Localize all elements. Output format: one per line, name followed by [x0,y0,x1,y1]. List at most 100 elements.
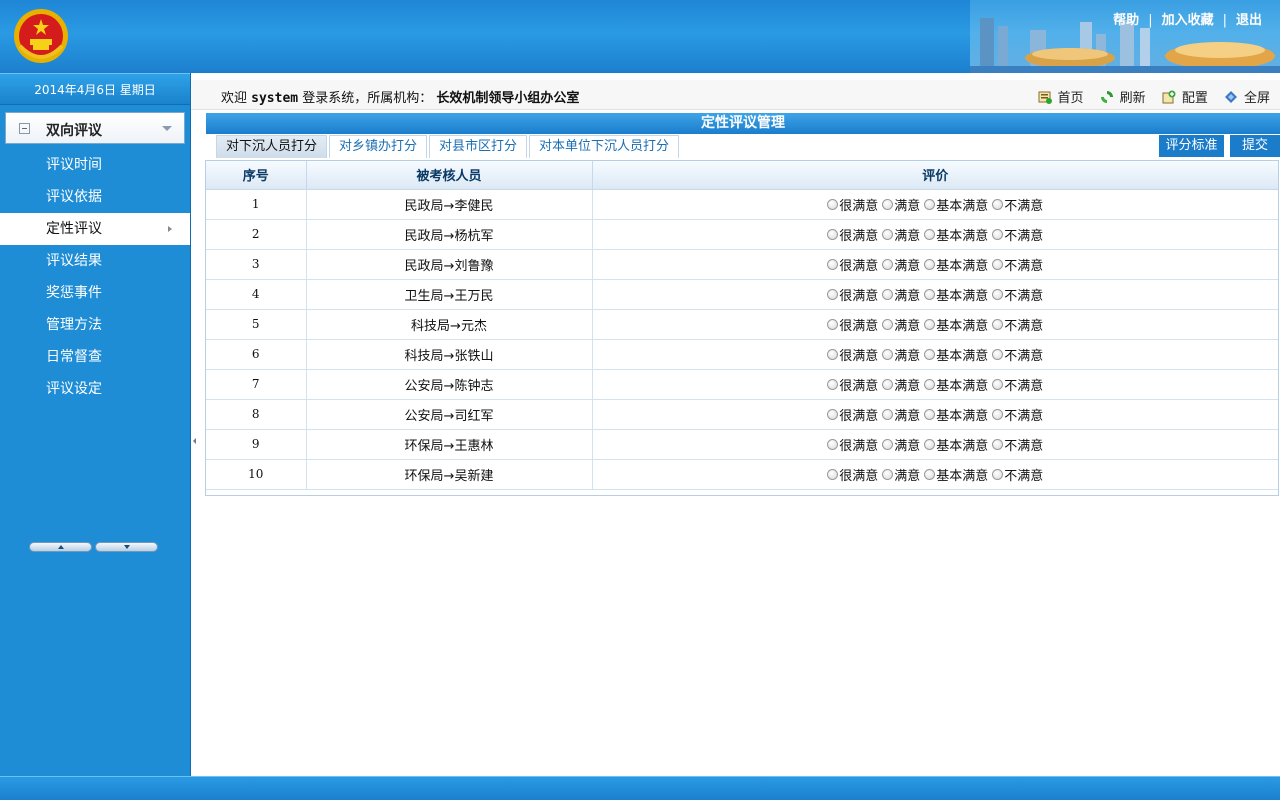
rating-option[interactable]: 满意 [882,435,920,454]
rating-option[interactable]: 不满意 [992,255,1043,274]
sidebar-item-review-basis[interactable]: 评议依据 [0,181,190,213]
radio-button[interactable] [992,408,1004,420]
radio-button[interactable] [882,378,894,390]
rating-option[interactable]: 基本满意 [924,255,988,274]
radio-button[interactable] [924,438,936,450]
radio-button[interactable] [992,288,1004,300]
radio-button[interactable] [827,288,839,300]
help-link[interactable]: 帮助 [1113,13,1139,28]
radio-button[interactable] [992,318,1004,330]
sidebar-item-daily-supervision[interactable]: 日常督查 [0,341,190,373]
rating-option[interactable]: 基本满意 [924,345,988,364]
radio-button[interactable] [924,258,936,270]
scroll-down-button[interactable] [95,542,158,552]
rating-option[interactable]: 满意 [882,225,920,244]
home-button[interactable]: 首页 [1038,87,1084,106]
rating-option[interactable]: 不满意 [992,405,1043,424]
rating-option[interactable]: 基本满意 [924,375,988,394]
rating-option[interactable]: 满意 [882,375,920,394]
tab-score-townships[interactable]: 对乡镇办打分 [329,135,428,158]
radio-button[interactable] [882,348,894,360]
sidebar-collapse-handle[interactable] [191,410,200,474]
sidebar-item-reward-punishment[interactable]: 奖惩事件 [0,277,190,309]
sidebar-item-review-results[interactable]: 评议结果 [0,245,190,277]
rating-option[interactable]: 很满意 [827,195,878,214]
rating-option[interactable]: 基本满意 [924,405,988,424]
scroll-up-button[interactable] [29,542,92,552]
radio-button[interactable] [827,408,839,420]
radio-button[interactable] [882,228,894,240]
radio-button[interactable] [924,468,936,480]
radio-button[interactable] [924,318,936,330]
add-favorite-link[interactable]: 加入收藏 [1162,13,1214,28]
rating-option[interactable]: 满意 [882,405,920,424]
rating-option[interactable]: 很满意 [827,315,878,334]
tab-score-counties[interactable]: 对县市区打分 [429,135,528,158]
radio-button[interactable] [992,468,1004,480]
radio-button[interactable] [992,258,1004,270]
radio-button[interactable] [992,198,1004,210]
radio-button[interactable] [827,438,839,450]
rating-option[interactable]: 基本满意 [924,195,988,214]
rating-option[interactable]: 满意 [882,255,920,274]
rating-option[interactable]: 不满意 [992,285,1043,304]
rating-option[interactable]: 不满意 [992,435,1043,454]
rating-option[interactable]: 满意 [882,195,920,214]
rating-option[interactable]: 很满意 [827,345,878,364]
rating-option[interactable]: 很满意 [827,285,878,304]
radio-button[interactable] [882,198,894,210]
submit-button[interactable]: 提交 [1230,135,1280,157]
rating-option[interactable]: 满意 [882,345,920,364]
refresh-button[interactable]: 刷新 [1100,87,1146,106]
radio-button[interactable] [924,348,936,360]
radio-button[interactable] [827,258,839,270]
menu-group-header[interactable]: 双向评议 [5,112,185,144]
rating-option[interactable]: 很满意 [827,405,878,424]
radio-button[interactable] [882,468,894,480]
rating-option[interactable]: 很满意 [827,255,878,274]
radio-button[interactable] [924,288,936,300]
radio-button[interactable] [827,378,839,390]
rating-option[interactable]: 基本满意 [924,285,988,304]
radio-button[interactable] [992,378,1004,390]
rating-option[interactable]: 满意 [882,315,920,334]
collapse-icon[interactable] [19,123,30,134]
rating-option[interactable]: 不满意 [992,195,1043,214]
rating-option[interactable]: 不满意 [992,465,1043,484]
sidebar-item-management-method[interactable]: 管理方法 [0,309,190,341]
rating-option[interactable]: 基本满意 [924,315,988,334]
radio-button[interactable] [827,198,839,210]
tab-score-seconded-staff[interactable]: 对下沉人员打分 [216,135,328,158]
radio-button[interactable] [827,228,839,240]
config-button[interactable]: 配置 [1162,87,1208,106]
scoring-standard-button[interactable]: 评分标准 [1159,135,1224,157]
sidebar-item-review-settings[interactable]: 评议设定 [0,373,190,405]
rating-option[interactable]: 基本满意 [924,465,988,484]
tab-score-unit-seconded-staff[interactable]: 对本单位下沉人员打分 [529,135,680,158]
radio-button[interactable] [992,348,1004,360]
rating-option[interactable]: 很满意 [827,375,878,394]
rating-option[interactable]: 基本满意 [924,435,988,454]
rating-option[interactable]: 不满意 [992,345,1043,364]
fullscreen-button[interactable]: 全屏 [1224,87,1270,106]
logout-link[interactable]: 退出 [1236,13,1262,28]
rating-option[interactable]: 不满意 [992,375,1043,394]
radio-button[interactable] [882,258,894,270]
rating-option[interactable]: 满意 [882,465,920,484]
radio-button[interactable] [827,348,839,360]
rating-option[interactable]: 不满意 [992,225,1043,244]
radio-button[interactable] [992,438,1004,450]
chevron-down-icon[interactable] [162,126,172,131]
rating-option[interactable]: 满意 [882,285,920,304]
radio-button[interactable] [882,408,894,420]
radio-button[interactable] [992,228,1004,240]
radio-button[interactable] [827,318,839,330]
rating-option[interactable]: 很满意 [827,465,878,484]
rating-option[interactable]: 很满意 [827,435,878,454]
radio-button[interactable] [827,468,839,480]
radio-button[interactable] [924,378,936,390]
radio-button[interactable] [924,198,936,210]
sidebar-item-review-time[interactable]: 评议时间 [0,149,190,181]
rating-option[interactable]: 基本满意 [924,225,988,244]
sidebar-item-qualitative-review[interactable]: 定性评议 [0,213,190,245]
